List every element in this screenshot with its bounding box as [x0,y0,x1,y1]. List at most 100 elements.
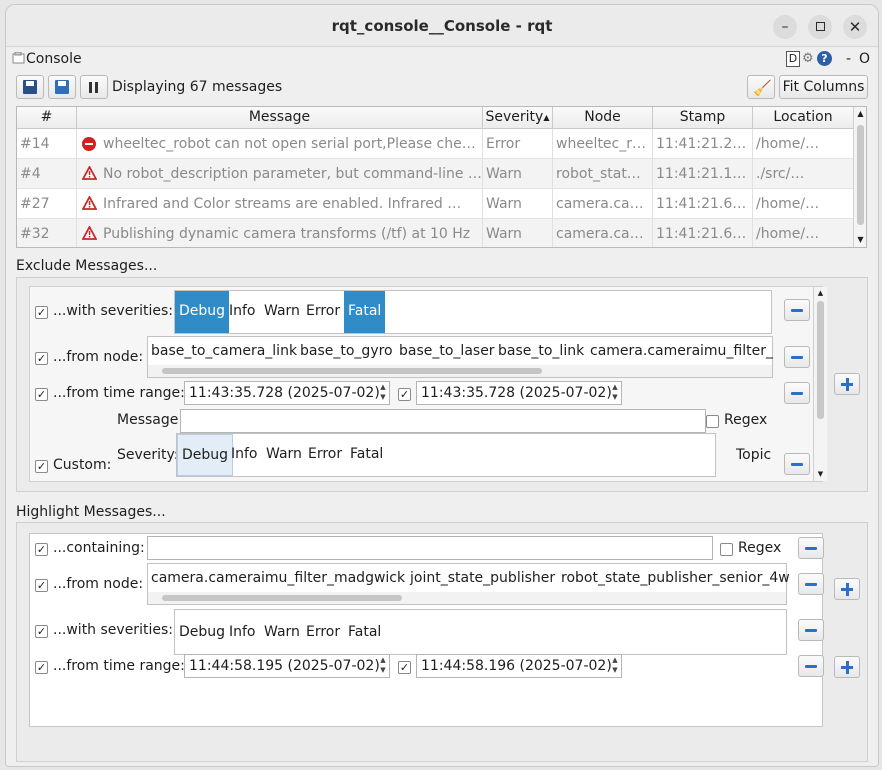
exclude-custom-checkbox[interactable]: ✓ [35,460,48,473]
column-header-node[interactable]: Node [553,107,653,129]
highlight-time-start-field[interactable]: 11:44:58.195 (2025-07-02) ▲ ▼ [184,654,390,678]
exclude-node-item[interactable]: camera.camera [590,343,700,359]
table-row[interactable]: #32 Publishing dynamic camera transforms… [17,219,853,247]
custom-severity-list[interactable]: Debug Info Warn Error Fatal [176,433,716,477]
column-header-number[interactable]: # [17,107,77,129]
highlight-node-item[interactable]: robot_state_publisher_senior_4w [561,570,790,586]
custom-severity-error[interactable]: Error [304,434,346,476]
scroll-up-icon[interactable]: ▲ [854,107,866,121]
custom-message-input[interactable] [180,409,706,433]
message-table[interactable]: # Message Severity▲ Node Stamp Location … [16,106,867,248]
scroll-down-icon[interactable]: ▼ [814,468,827,480]
exclude-node-checkbox[interactable]: ✓ [35,352,48,365]
highlight-severity-fatal[interactable]: Fatal [344,610,385,654]
exclude-node-list[interactable]: base_to_camera_link base_to_gyro base_to… [147,336,773,378]
exclude-node-item[interactable]: base_to_link [498,343,584,359]
help-icon[interactable]: ? [817,51,832,66]
exclude-scroll-thumb[interactable] [817,301,824,419]
exclude-node-item[interactable]: base_to_gyro [300,343,393,359]
remove-exclude-node-filter-button[interactable] [784,346,810,368]
highlight-severity-debug[interactable]: Debug [175,610,229,654]
pause-button[interactable] [80,75,108,99]
fit-columns-button[interactable]: Fit Columns [779,75,868,99]
highlight-node-checkbox[interactable]: ✓ [35,579,48,592]
exclude-severity-list[interactable]: Debug Info Warn Error Fatal [174,290,772,334]
dock-button[interactable]: D [786,51,800,67]
highlight-node-hscroll-thumb[interactable] [162,595,402,601]
remove-exclude-severity-filter-button[interactable] [784,299,810,321]
remove-highlight-containing-filter-button[interactable] [798,537,824,559]
remove-exclude-time-filter-button[interactable] [784,382,810,404]
spin-arrows-icon[interactable]: ▲ ▼ [609,382,621,404]
custom-severity-fatal[interactable]: Fatal [346,434,387,476]
exclude-severity-warn[interactable]: Warn [260,291,304,333]
highlight-severity-info[interactable]: Info [225,610,260,654]
spin-arrows-icon[interactable]: ▲ ▼ [377,382,389,404]
exclude-severities-checkbox[interactable]: ✓ [35,306,48,319]
exclude-time-start-field[interactable]: 11:43:35.728 (2025-07-02) ▲ ▼ [184,381,390,405]
exclude-node-hscroll[interactable] [148,365,772,377]
spin-arrows-icon[interactable]: ▲ ▼ [609,655,621,677]
highlight-severity-warn[interactable]: Warn [260,610,304,654]
highlight-severities-checkbox[interactable]: ✓ [35,625,48,638]
exclude-node-item[interactable]: base_to_laser [399,343,495,359]
highlight-containing-input[interactable] [147,536,713,560]
highlight-time-end-checkbox[interactable]: ✓ [398,661,411,674]
minimize-button[interactable]: – [773,15,797,39]
exclude-list-scrollbar[interactable]: ▲ ▼ [813,287,827,481]
add-exclude-filter-button[interactable] [834,373,860,395]
highlight-time-checkbox[interactable]: ✓ [35,661,48,674]
table-row[interactable]: #14 wheeltec_robot can not open serial p… [17,129,853,159]
exclude-time-end-field[interactable]: 11:43:35.728 (2025-07-02) ▲ ▼ [416,381,622,405]
maximize-button[interactable] [808,15,832,39]
spin-arrows-icon[interactable]: ▲ ▼ [377,655,389,677]
panel-close-label[interactable]: O [859,51,870,67]
remove-highlight-severity-filter-button[interactable] [798,619,824,641]
custom-severity-info[interactable]: Info [227,434,262,476]
custom-severity-warn[interactable]: Warn [262,434,306,476]
highlight-severity-error[interactable]: Error [302,610,344,654]
highlight-node-list[interactable]: camera.camera imu_filter_madgwick joint_… [147,563,790,605]
exclude-severity-debug[interactable]: Debug [175,291,230,333]
exclude-time-end-checkbox[interactable]: ✓ [398,388,411,401]
exclude-severity-error[interactable]: Error [302,291,344,333]
column-header-message[interactable]: Message [77,107,483,129]
table-scroll-thumb[interactable] [857,125,864,225]
title-bar[interactable]: rqt_console__Console - rqt – ✕ [6,5,878,47]
clear-button[interactable]: 🧹 [747,75,775,99]
exclude-severity-fatal[interactable]: Fatal [344,291,386,333]
column-header-stamp[interactable]: Stamp [653,107,753,129]
highlight-containing-checkbox[interactable]: ✓ [35,543,48,556]
load-button[interactable] [48,75,76,99]
highlight-node-item[interactable]: imu_filter_madgwick [261,570,405,586]
table-row[interactable]: #27 Infrared and Color streams are enabl… [17,189,853,219]
scroll-down-icon[interactable]: ▼ [854,233,866,247]
remove-exclude-custom-filter-button[interactable] [784,453,810,475]
add-highlight-filter-button[interactable] [834,578,860,600]
highlight-regex-checkbox[interactable] [720,543,733,556]
save-button[interactable] [16,75,44,99]
add-highlight-filter-button-secondary[interactable] [834,656,860,678]
highlight-node-item[interactable]: joint_state_publisher [410,570,555,586]
exclude-time-checkbox[interactable]: ✓ [35,388,48,401]
close-button[interactable]: ✕ [843,15,867,39]
remove-highlight-time-filter-button[interactable] [798,655,824,677]
custom-severity-debug[interactable]: Debug [177,434,234,476]
highlight-node-item[interactable]: camera.camera [151,570,261,586]
column-header-severity[interactable]: Severity▲ [483,107,553,129]
panel-minimize-label[interactable]: - [846,51,851,67]
highlight-time-end-field[interactable]: 11:44:58.196 (2025-07-02) ▲ ▼ [416,654,622,678]
exclude-node-item[interactable]: imu_filter_ [700,343,773,359]
highlight-node-hscroll[interactable] [148,592,786,604]
gear-icon[interactable]: ⚙ [802,51,814,66]
table-row[interactable]: #4 No robot_description parameter, but c… [17,159,853,189]
exclude-node-item[interactable]: base_to_camera_link [151,343,297,359]
highlight-severity-list[interactable]: Debug Info Warn Error Fatal [174,609,787,655]
remove-highlight-node-filter-button[interactable] [798,573,824,595]
exclude-severity-info[interactable]: Info [225,291,260,333]
exclude-node-hscroll-thumb[interactable] [162,368,542,374]
table-scrollbar[interactable]: ▲ ▼ [853,107,866,247]
column-header-location[interactable]: Location [753,107,853,129]
custom-regex-checkbox[interactable] [706,415,719,428]
scroll-up-icon[interactable]: ▲ [814,287,827,299]
